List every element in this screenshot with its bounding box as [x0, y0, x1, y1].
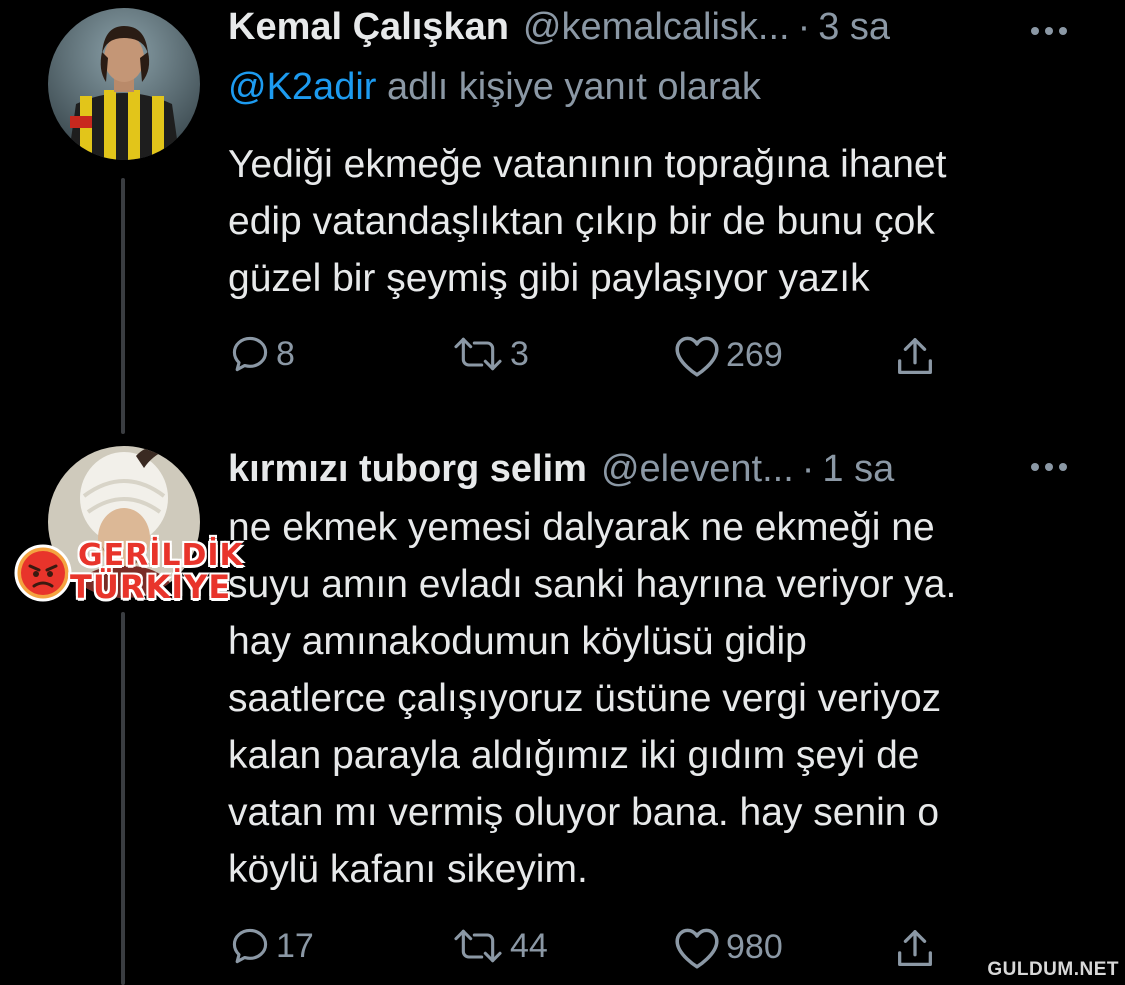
tweet-actions: 8 3 269 [228, 332, 968, 382]
like-icon [675, 336, 719, 377]
display-name[interactable]: kırmızı tuborg selim [228, 448, 587, 491]
watermark: GULDUM.NET [987, 959, 1119, 980]
share-icon [898, 338, 932, 374]
tweet-header: Kemal Çalışkan @kemalcalisk... · 3 sa [228, 6, 890, 49]
tweet-text-line: güzel bir şeymiş gibi paylaşıyor yazık [228, 257, 870, 300]
like-count: 980 [726, 927, 783, 966]
retweet-button[interactable]: 44 [450, 924, 548, 968]
reply-icon [232, 928, 268, 964]
angry-face-icon [14, 544, 72, 602]
reply-icon [232, 336, 268, 372]
reply-context-label: adlı kişiye yanıt olarak [376, 66, 761, 108]
share-button[interactable] [892, 926, 938, 972]
share-icon [898, 930, 932, 966]
user-handle[interactable]: @elevent... [601, 448, 794, 491]
tweet-text-line: vatan mı vermiş oluyor bana. hay senin o [228, 791, 940, 834]
retweet-icon [454, 929, 502, 963]
reply-count: 17 [276, 926, 314, 965]
tweet-text-line: hay amınakodumun köylüsü gidip [228, 620, 807, 663]
like-button[interactable]: 269 [672, 332, 783, 378]
more-icon[interactable] [1031, 463, 1067, 471]
tweet-text-line: köylü kafanı sikeyim. [228, 848, 588, 891]
tweet-text-line: edip vatandaşlıktan çıkıp bir de bunu ço… [228, 200, 935, 243]
retweet-icon [454, 337, 502, 371]
like-button[interactable]: 980 [672, 924, 783, 970]
tweet-text-line: kalan parayla aldığımız iki gıdım şeyi d… [228, 734, 920, 777]
reply-mention-link[interactable]: @K2adir [228, 66, 376, 108]
like-count: 269 [726, 335, 783, 374]
gerildik-turkiye-stamp: GERİLDİK TÜRKİYE [14, 538, 243, 608]
retweet-button[interactable]: 3 [450, 332, 529, 376]
display-name[interactable]: Kemal Çalışkan [228, 6, 509, 49]
thread-line [121, 612, 125, 985]
reply-button[interactable]: 8 [228, 332, 295, 376]
tweet-text-line: ne ekmek yemesi dalyarak ne ekmeği ne [228, 506, 935, 549]
separator-dot: · [797, 6, 811, 48]
more-icon[interactable] [1031, 27, 1067, 35]
retweet-count: 3 [510, 334, 529, 373]
user-handle[interactable]: @kemalcalisk... [523, 6, 790, 49]
timestamp[interactable]: 1 sa [822, 448, 894, 491]
like-icon [675, 928, 719, 969]
tweet-text-line: Yediği ekmeğe vatanının toprağına ihanet [228, 143, 947, 186]
tweet-text: Yediği ekmeğe vatanının toprağına ihanet… [228, 136, 1088, 307]
avatar[interactable] [48, 8, 200, 160]
share-button[interactable] [892, 334, 938, 380]
thread-line [121, 178, 125, 434]
stamp-line-2: TÜRKİYE [70, 568, 232, 606]
tweet-header: kırmızı tuborg selim @elevent... · 1 sa [228, 448, 894, 491]
retweet-count: 44 [510, 926, 548, 965]
tweet-text: ne ekmek yemesi dalyarak ne ekmeği ne su… [228, 499, 1088, 898]
separator-dot: · [801, 448, 815, 490]
reply-count: 8 [276, 334, 295, 373]
tweet-text-line: suyu amın evladı sanki hayrına veriyor y… [228, 563, 957, 606]
tweet-actions: 17 44 980 [228, 924, 968, 974]
tweet-text-line: saatlerce çalışıyoruz üstüne vergi veriy… [228, 677, 942, 720]
reply-context: @K2adir adlı kişiye yanıt olarak [228, 66, 761, 109]
timestamp[interactable]: 3 sa [818, 6, 890, 49]
reply-button[interactable]: 17 [228, 924, 314, 968]
